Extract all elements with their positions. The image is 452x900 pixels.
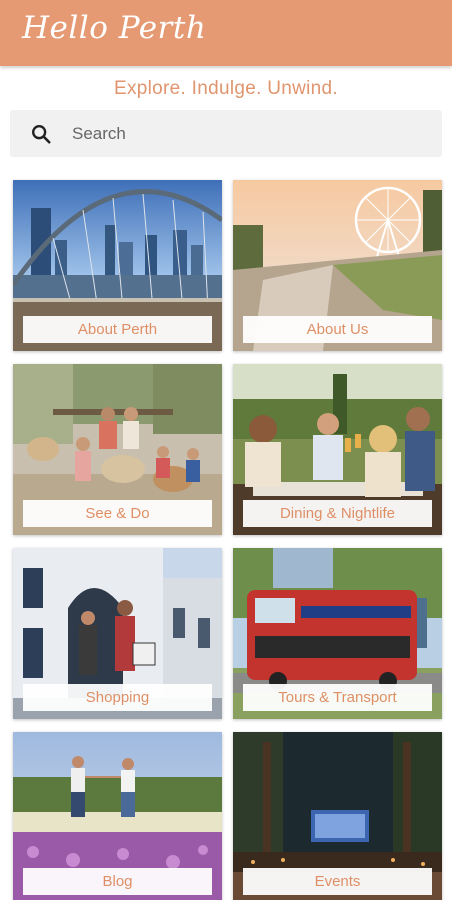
tile-label: Blog: [23, 868, 212, 895]
tile-blog[interactable]: Blog: [13, 732, 222, 900]
tile-tours-transport[interactable]: Tours & Transport: [233, 548, 442, 719]
tile-label: See & Do: [23, 500, 212, 527]
search-input[interactable]: [72, 110, 432, 157]
tile-label: About Perth: [23, 316, 212, 343]
tile-see-and-do[interactable]: See & Do: [13, 364, 222, 535]
tile-label: Tours & Transport: [243, 684, 432, 711]
tile-about-perth[interactable]: About Perth: [13, 180, 222, 351]
app-logo[interactable]: Hello Perth: [22, 10, 206, 46]
tile-events[interactable]: Events: [233, 732, 442, 900]
tile-label: About Us: [243, 316, 432, 343]
tile-about-us[interactable]: About Us: [233, 180, 442, 351]
tile-label: Dining & Nightlife: [243, 500, 432, 527]
search-icon[interactable]: [30, 123, 52, 145]
tagline: Explore. Indulge. Unwind.: [113, 78, 338, 99]
app-header: Hello Perth: [0, 0, 452, 66]
tile-label: Shopping: [23, 684, 212, 711]
tile-shopping[interactable]: Shopping: [13, 548, 222, 719]
search-bar[interactable]: [10, 110, 442, 157]
tile-dining-nightlife[interactable]: Dining & Nightlife: [233, 364, 442, 535]
tile-label: Events: [243, 868, 432, 895]
